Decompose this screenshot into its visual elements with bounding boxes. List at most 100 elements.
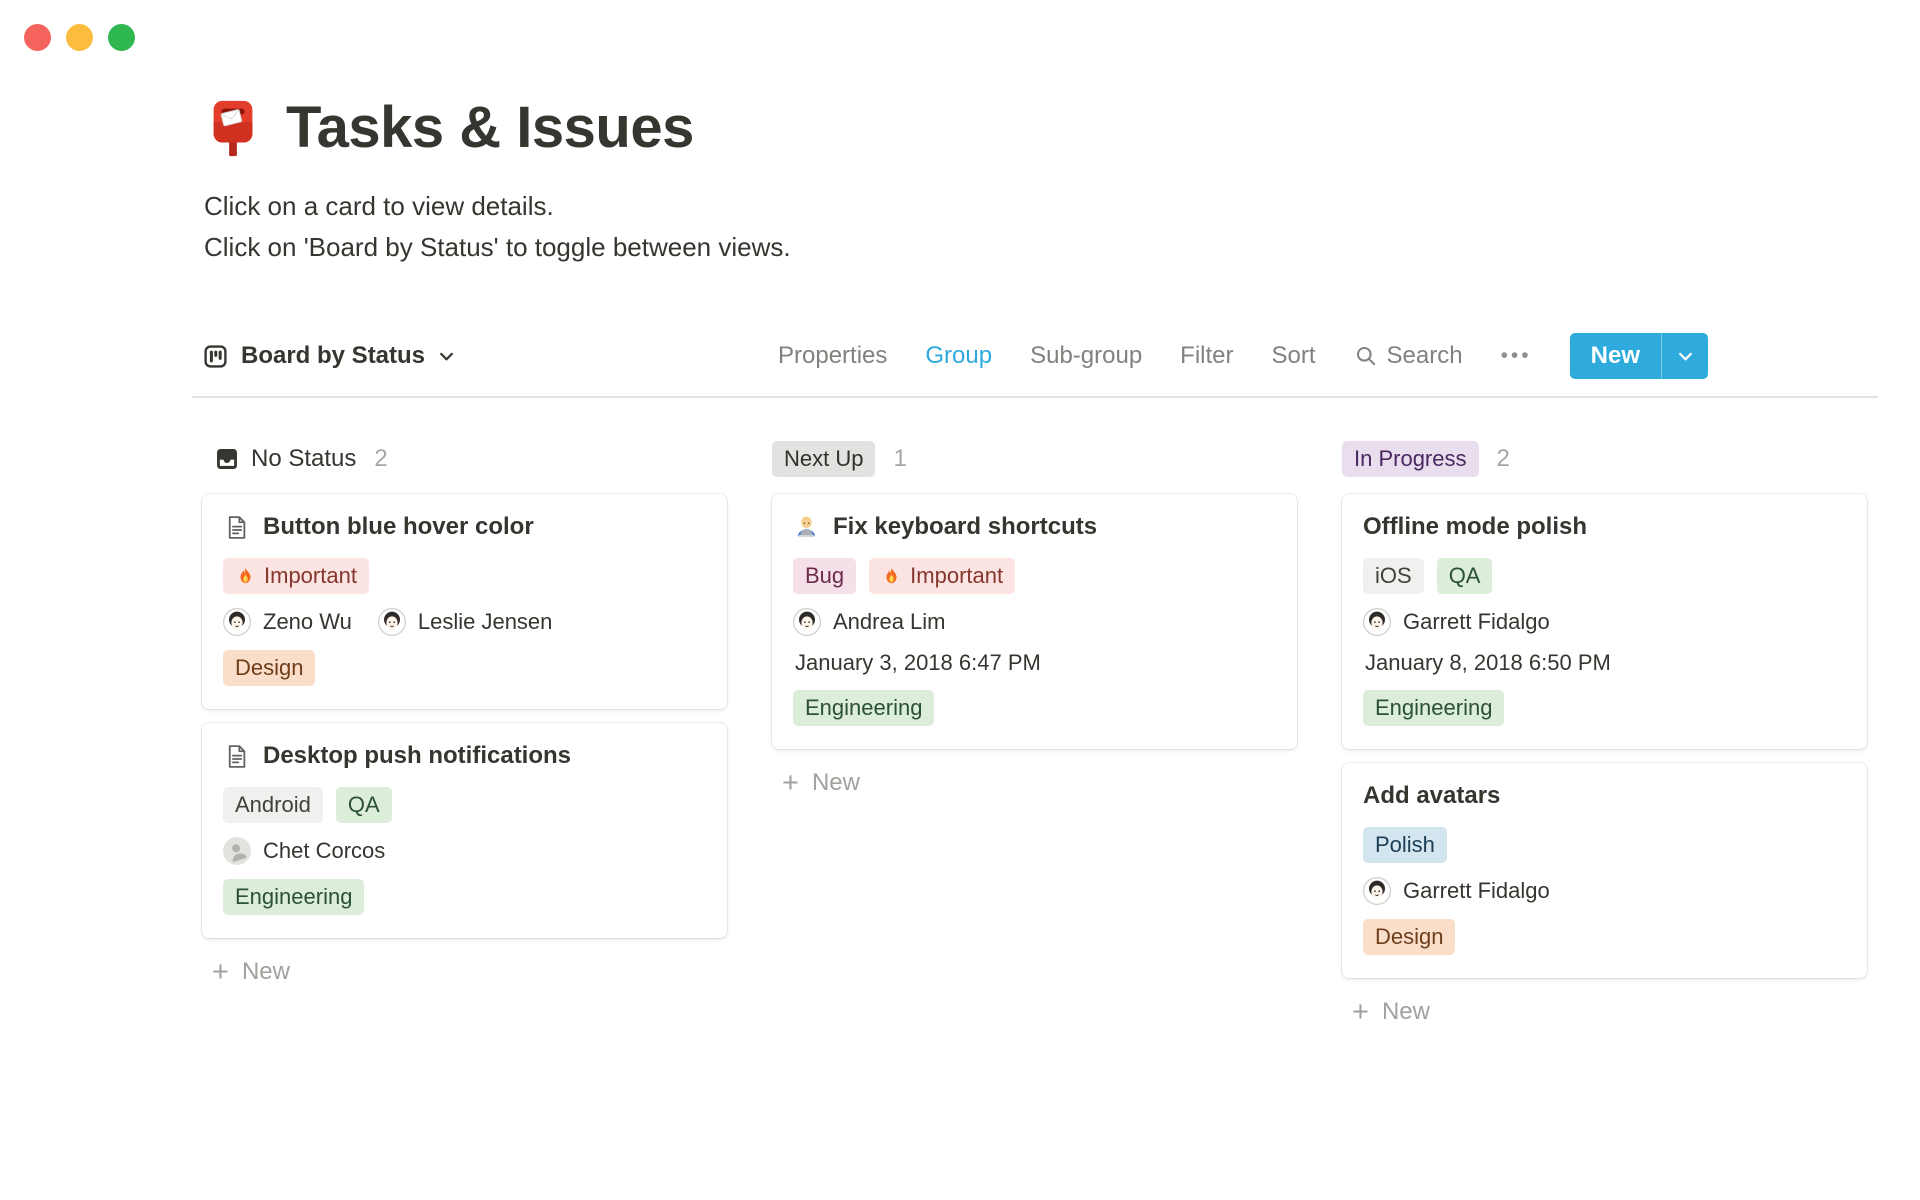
kanban-board: No Status 2 Button blue hover color Impo… bbox=[192, 438, 1878, 1032]
zoom-window-button[interactable] bbox=[108, 24, 135, 51]
page-icon bbox=[223, 514, 250, 541]
card-title: Offline mode polish bbox=[1363, 513, 1588, 540]
chevron-down-icon bbox=[437, 347, 456, 366]
tag-bug: Bug bbox=[793, 558, 857, 594]
column-next-up: Next Up 1 Fix keyboard shortcuts Bug Imp… bbox=[772, 438, 1297, 1032]
search-icon bbox=[1354, 344, 1378, 368]
person: Zeno Wu bbox=[223, 608, 352, 636]
avatar bbox=[793, 608, 821, 636]
tag-engineering: Engineering bbox=[1363, 690, 1505, 726]
person-name: Garrett Fidalgo bbox=[1403, 878, 1550, 903]
board-card[interactable]: Add avatars Polish Garrett Fidalgo Desig… bbox=[1342, 763, 1867, 978]
board-view-icon bbox=[202, 343, 229, 370]
chevron-down-icon bbox=[1676, 347, 1695, 366]
column-title-badge[interactable]: In Progress bbox=[1342, 441, 1479, 477]
person: Garrett Fidalgo bbox=[1363, 608, 1550, 636]
fire-icon bbox=[881, 566, 902, 587]
card-tags: Design bbox=[1363, 919, 1846, 955]
view-toolbar: Board by Status Properties Group Sub-gro… bbox=[192, 332, 1708, 380]
person: Garrett Fidalgo bbox=[1363, 877, 1550, 905]
close-window-button[interactable] bbox=[24, 24, 51, 51]
page-title: Tasks & Issues bbox=[192, 92, 1878, 164]
search-label: Search bbox=[1386, 342, 1463, 369]
new-button[interactable]: New bbox=[1570, 333, 1661, 379]
menu-item-group[interactable]: Group bbox=[925, 342, 992, 370]
card-tags: Bug Important bbox=[793, 558, 1276, 594]
card-tags: Important bbox=[223, 558, 706, 594]
plus-icon: + bbox=[1352, 996, 1369, 1028]
board-card[interactable]: Offline mode polish iOS QA Garrett Fidal… bbox=[1342, 494, 1867, 749]
card-title: Desktop push notifications bbox=[223, 742, 706, 770]
menu-item-sort[interactable]: Sort bbox=[1272, 342, 1316, 370]
window-controls bbox=[24, 24, 135, 51]
tag-ios: iOS bbox=[1363, 558, 1424, 594]
plus-icon: + bbox=[212, 956, 229, 988]
card-title: Button blue hover color bbox=[223, 513, 706, 541]
card-tags: Engineering bbox=[223, 879, 706, 915]
more-options-button[interactable]: ••• bbox=[1501, 344, 1532, 368]
add-card-button[interactable]: + New bbox=[202, 952, 727, 992]
person-name: Chet Corcos bbox=[263, 838, 386, 863]
column-header: No Status 2 bbox=[202, 438, 727, 480]
view-selector-label: Board by Status bbox=[241, 342, 426, 369]
toolbar-menu: Properties Group Sub-group Filter Sort S… bbox=[778, 333, 1708, 379]
person-name: Zeno Wu bbox=[263, 609, 352, 634]
description-line: Click on 'Board by Status' to toggle bet… bbox=[204, 232, 791, 262]
card-tags: Polish bbox=[1363, 827, 1846, 863]
card-tags: Engineering bbox=[793, 690, 1276, 726]
tag-important: Important bbox=[223, 558, 369, 594]
new-button-group: New bbox=[1569, 333, 1708, 379]
column-count: 2 bbox=[1496, 445, 1510, 472]
column-title[interactable]: No Status bbox=[202, 445, 356, 473]
avatar bbox=[1363, 877, 1391, 905]
menu-item-filter[interactable]: Filter bbox=[1180, 342, 1233, 370]
tag-qa: QA bbox=[1436, 558, 1493, 594]
tag-design: Design bbox=[1363, 919, 1456, 955]
person: Leslie Jensen bbox=[378, 608, 553, 636]
menu-item-properties[interactable]: Properties bbox=[778, 342, 887, 370]
board-card[interactable]: Fix keyboard shortcuts Bug Important And… bbox=[772, 494, 1297, 749]
search-button[interactable]: Search bbox=[1354, 342, 1463, 370]
page-icon bbox=[223, 743, 250, 770]
column-no-status: No Status 2 Button blue hover color Impo… bbox=[202, 438, 727, 1032]
tag-important: Important bbox=[869, 558, 1016, 594]
tag-engineering: Engineering bbox=[223, 879, 365, 915]
person-name: Leslie Jensen bbox=[417, 609, 553, 634]
column-in-progress: In Progress 2 Offline mode polish iOS QA bbox=[1342, 438, 1867, 1032]
tag-polish: Polish bbox=[1363, 827, 1447, 863]
person-name: Garrett Fidalgo bbox=[1403, 609, 1550, 634]
view-selector-board-by-status[interactable]: Board by Status bbox=[192, 342, 456, 370]
tag-qa: QA bbox=[335, 787, 392, 823]
postbox-icon bbox=[202, 97, 264, 159]
menu-item-sub-group[interactable]: Sub-group bbox=[1030, 342, 1142, 370]
column-header: In Progress 2 bbox=[1342, 438, 1867, 480]
add-card-button[interactable]: + New bbox=[1342, 992, 1867, 1032]
add-card-button[interactable]: + New bbox=[772, 763, 1297, 803]
card-tags: iOS QA bbox=[1363, 558, 1846, 594]
column-title-badge[interactable]: Next Up bbox=[772, 441, 876, 477]
card-people: Zeno Wu Leslie Jensen bbox=[223, 608, 706, 636]
card-people: Garrett Fidalgo bbox=[1363, 877, 1846, 905]
column-header: Next Up 1 bbox=[772, 438, 1297, 480]
no-status-icon bbox=[214, 446, 240, 472]
plus-icon: + bbox=[782, 767, 799, 799]
person: Andrea Lim bbox=[793, 608, 946, 636]
technologist-emoji-icon bbox=[793, 514, 820, 541]
description-line: Click on a card to view details. bbox=[204, 191, 554, 221]
tag-design: Design bbox=[223, 650, 316, 686]
column-count: 1 bbox=[893, 445, 907, 472]
column-count: 2 bbox=[374, 445, 388, 472]
toolbar-divider bbox=[192, 396, 1878, 398]
board-card[interactable]: Desktop push notifications Android QA Ch… bbox=[202, 723, 727, 938]
tag-engineering: Engineering bbox=[793, 690, 935, 726]
card-people: Andrea Lim bbox=[793, 608, 1276, 636]
page-content: Tasks & Issues Click on a card to view d… bbox=[192, 0, 1878, 1032]
new-button-dropdown[interactable] bbox=[1662, 333, 1708, 379]
board-card[interactable]: Button blue hover color Important Zeno W… bbox=[202, 494, 727, 709]
card-title: Add avatars bbox=[1363, 782, 1501, 809]
minimize-window-button[interactable] bbox=[66, 24, 93, 51]
card-tags: Engineering bbox=[1363, 690, 1846, 726]
person-name: Andrea Lim bbox=[833, 609, 946, 634]
avatar bbox=[378, 608, 406, 636]
card-people: Chet Corcos bbox=[223, 837, 706, 865]
